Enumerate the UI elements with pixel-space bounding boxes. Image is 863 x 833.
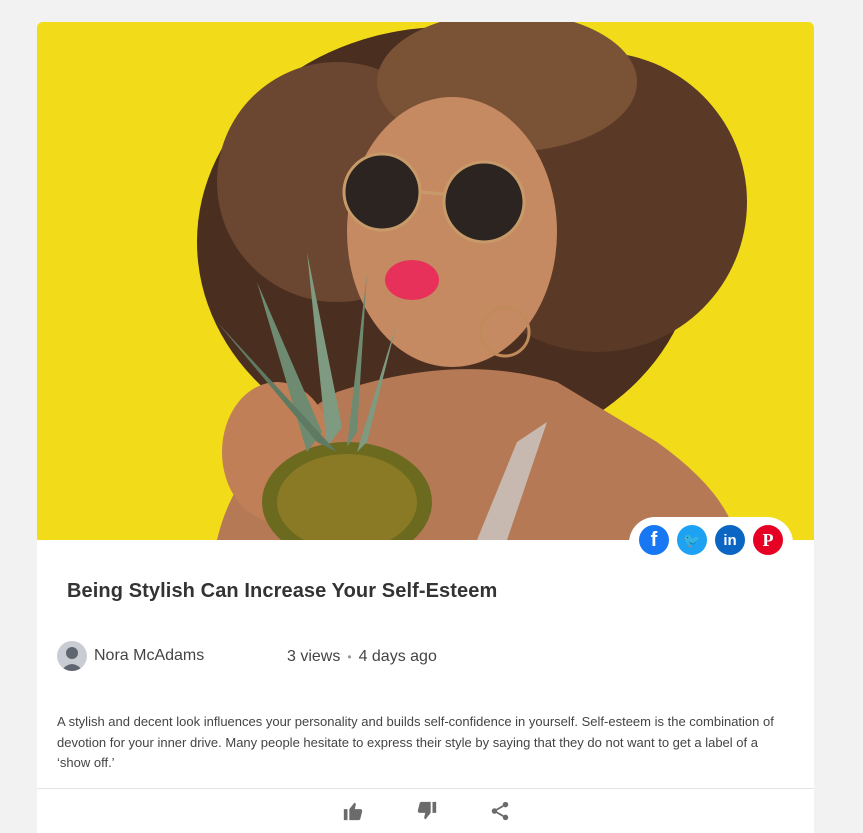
facebook-share-button[interactable]: f xyxy=(639,525,669,555)
linkedin-share-button[interactable]: in xyxy=(715,525,745,555)
article-title[interactable]: Being Stylish Can Increase Your Self-Est… xyxy=(67,580,497,603)
hero-illustration xyxy=(37,22,814,540)
author-avatar[interactable] xyxy=(57,641,87,671)
thumbs-down-icon xyxy=(417,801,437,820)
dislike-button[interactable] xyxy=(414,798,440,824)
twitter-share-button[interactable]: 🐦 xyxy=(677,525,707,555)
share-icon xyxy=(491,801,509,821)
share-button[interactable] xyxy=(487,798,513,824)
article-card: f 🐦 in P Being Stylish Can Increase Your… xyxy=(37,22,814,833)
pinterest-share-button[interactable]: P xyxy=(753,525,783,555)
author-name[interactable]: Nora McAdams xyxy=(94,647,204,665)
facebook-icon: f xyxy=(650,528,658,551)
linkedin-icon: in xyxy=(723,531,737,549)
view-count: 3 views xyxy=(287,648,341,665)
post-date: 4 days ago xyxy=(358,648,437,665)
user-icon xyxy=(61,647,83,671)
like-button[interactable] xyxy=(340,798,366,824)
divider xyxy=(37,788,814,789)
article-meta: 3 views • 4 days ago xyxy=(287,648,437,666)
meta-separator: • xyxy=(347,650,352,664)
twitter-icon: 🐦 xyxy=(683,531,701,548)
hero-image[interactable] xyxy=(37,22,814,540)
pinterest-icon: P xyxy=(762,529,774,550)
article-excerpt: A stylish and decent look influences you… xyxy=(57,714,774,770)
thumbs-up-icon xyxy=(343,802,363,821)
